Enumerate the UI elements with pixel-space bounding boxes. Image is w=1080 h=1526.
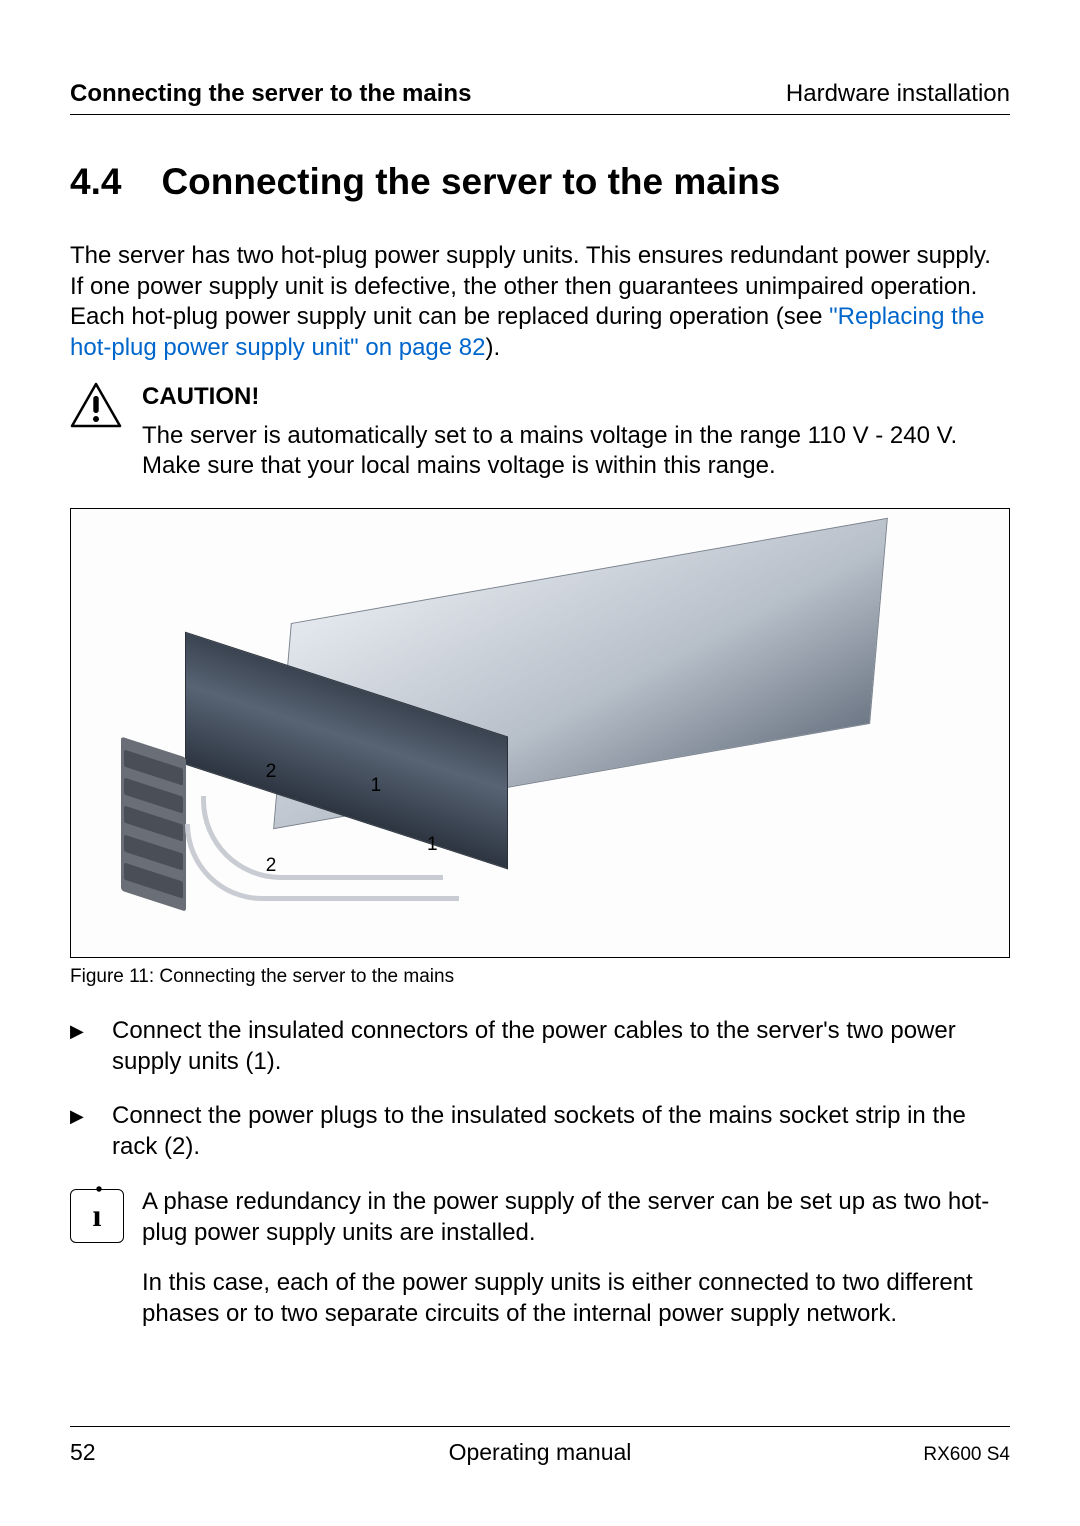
caution-title: CAUTION! bbox=[142, 382, 1010, 413]
step-item: ▶ Connect the insulated connectors of th… bbox=[70, 1016, 1010, 1077]
callout-2b: 2 bbox=[266, 855, 277, 877]
callout-2a: 2 bbox=[266, 761, 277, 783]
page-footer: 52 Operating manual RX600 S4 bbox=[70, 1426, 1010, 1466]
section-heading: 4.4 Connecting the server to the mains bbox=[70, 161, 1010, 203]
section-number: 4.4 bbox=[70, 161, 121, 203]
footer-center: Operating manual bbox=[449, 1439, 632, 1466]
figure-caption: Figure 11: Connecting the server to the … bbox=[70, 966, 1010, 988]
caution-icon bbox=[70, 382, 124, 482]
callout-1b: 1 bbox=[427, 834, 438, 856]
caution-block: CAUTION! The server is automatically set… bbox=[70, 382, 1010, 482]
caution-body: The server is automatically set to a mai… bbox=[142, 421, 1010, 482]
section-title: Connecting the server to the mains bbox=[161, 161, 780, 202]
step-bullet-icon: ▶ bbox=[70, 1016, 94, 1077]
callout-1a: 1 bbox=[371, 775, 382, 797]
footer-right: RX600 S4 bbox=[923, 1444, 1010, 1466]
step-bullet-icon: ▶ bbox=[70, 1101, 94, 1162]
step-list: ▶ Connect the insulated connectors of th… bbox=[70, 1016, 1010, 1163]
figure-illustration: 2 1 1 2 bbox=[70, 508, 1010, 958]
info-paragraph-1: A phase redundancy in the power supply o… bbox=[142, 1187, 1010, 1248]
step-item: ▶ Connect the power plugs to the insulat… bbox=[70, 1101, 1010, 1162]
intro-after: ). bbox=[485, 334, 500, 361]
running-header: Connecting the server to the mains Hardw… bbox=[70, 80, 1010, 115]
step-text: Connect the insulated connectors of the … bbox=[112, 1016, 1010, 1077]
header-left: Connecting the server to the mains bbox=[70, 80, 471, 108]
info-icon: ı bbox=[70, 1189, 124, 1243]
step-text: Connect the power plugs to the insulated… bbox=[112, 1101, 1010, 1162]
info-paragraph-2: In this case, each of the power supply u… bbox=[142, 1268, 1010, 1329]
intro-paragraph: The server has two hot-plug power supply… bbox=[70, 241, 1010, 364]
info-block: ı A phase redundancy in the power supply… bbox=[70, 1187, 1010, 1350]
header-right: Hardware installation bbox=[786, 80, 1010, 108]
page-number: 52 bbox=[70, 1439, 96, 1466]
